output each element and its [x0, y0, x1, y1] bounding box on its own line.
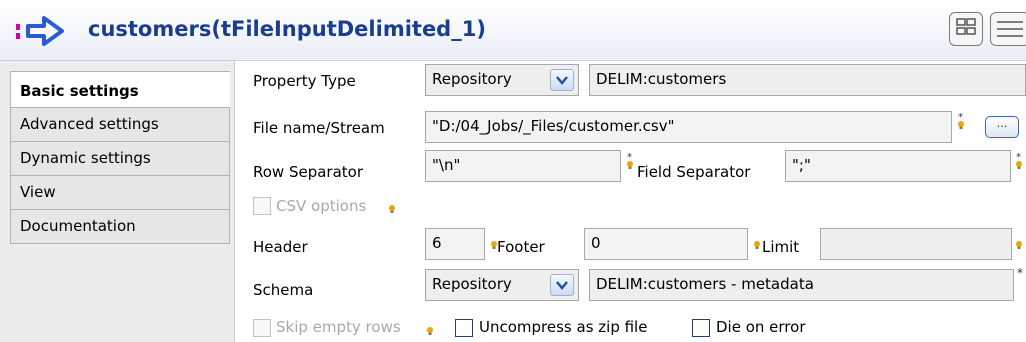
table-view-icon[interactable]	[949, 12, 983, 46]
component-arrow-icon	[16, 16, 64, 46]
csv-options-label: CSV options	[276, 197, 367, 215]
bulb-icon	[1016, 241, 1022, 249]
schema-combo-value: Repository	[432, 275, 512, 293]
chevron-down-icon[interactable]	[550, 274, 574, 296]
component-title-bar: customers(tFileInputDelimited_1)	[0, 0, 1026, 61]
limit-input[interactable]	[820, 228, 1012, 260]
uncompress-zip-label: Uncompress as zip file	[479, 318, 648, 336]
required-bulb-icon: *	[958, 112, 964, 129]
skip-empty-rows-checkbox[interactable]	[253, 319, 271, 337]
tab-documentation[interactable]: Documentation	[10, 210, 230, 244]
csv-options-checkbox[interactable]	[253, 197, 271, 215]
die-on-error-checkbox[interactable]	[692, 319, 710, 337]
required-bulb-icon: *	[1016, 152, 1022, 169]
header-label: Header	[253, 238, 308, 256]
schema-value: DELIM:customers - metadata	[589, 269, 1014, 301]
footer-input[interactable]: 0	[584, 228, 748, 260]
bulb-icon	[427, 327, 433, 335]
skip-empty-rows-label: Skip empty rows	[276, 318, 401, 336]
uncompress-zip-checkbox[interactable]	[455, 319, 473, 337]
tab-basic-settings[interactable]: Basic settings	[10, 71, 230, 108]
row-separator-input[interactable]: "\n"	[425, 150, 621, 182]
limit-label: Limit	[762, 238, 800, 256]
required-asterisk-icon: *	[1017, 266, 1023, 280]
die-on-error-label: Die on error	[716, 318, 806, 336]
row-separator-label: Row Separator	[253, 163, 364, 181]
file-name-input[interactable]: "D:/04_Jobs/_Files/customer.csv"	[425, 111, 952, 143]
file-name-label: File name/Stream	[253, 119, 385, 137]
footer-label: Footer	[497, 238, 545, 256]
property-type-label: Property Type	[253, 72, 356, 90]
property-type-combo-value: Repository	[432, 70, 512, 88]
field-separator-input[interactable]: ";"	[785, 150, 1011, 182]
browse-button[interactable]: ...	[985, 116, 1019, 138]
tab-advanced-settings[interactable]: Advanced settings	[10, 108, 230, 142]
schema-combo[interactable]: Repository	[425, 269, 579, 301]
property-type-value: DELIM:customers	[589, 64, 1026, 96]
component-title: customers(tFileInputDelimited_1)	[88, 17, 486, 41]
schema-label: Schema	[253, 281, 314, 299]
required-bulb-icon: *	[627, 152, 633, 169]
bulb-icon	[754, 241, 760, 249]
list-view-icon[interactable]	[990, 12, 1026, 46]
tab-dynamic-settings[interactable]: Dynamic settings	[10, 142, 230, 176]
field-separator-label: Field Separator	[637, 163, 751, 181]
bulb-icon	[389, 205, 395, 213]
settings-sidebar: Basic settings Advanced settings Dynamic…	[0, 61, 235, 342]
property-type-combo[interactable]: Repository	[425, 64, 579, 96]
header-input[interactable]: 6	[425, 228, 485, 260]
chevron-down-icon[interactable]	[550, 69, 574, 91]
tab-view[interactable]: View	[10, 176, 230, 210]
